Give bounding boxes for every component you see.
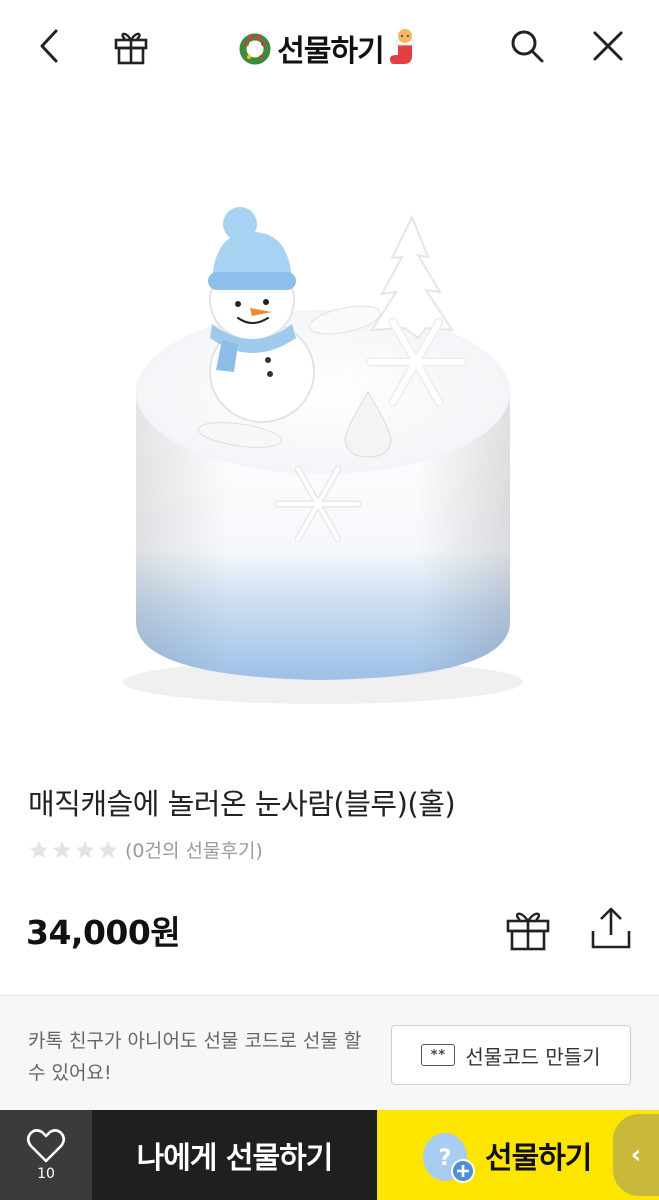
star-icon	[52, 840, 72, 858]
wish-button[interactable]: 10	[0, 1110, 92, 1200]
search-button[interactable]	[505, 24, 549, 68]
product-image	[0, 92, 659, 762]
wish-count: 10	[37, 1166, 55, 1182]
gift-button-label: 선물하기	[485, 1141, 592, 1176]
chevron-left-icon: ‹	[630, 1140, 642, 1170]
product-name: 매직캐슬에 놀러온 눈사람(블루)(홀)	[28, 787, 456, 821]
star-rating	[28, 839, 119, 861]
gift-to-self-button[interactable]: 나에게 선물하기	[92, 1110, 377, 1200]
heart-icon	[26, 1129, 66, 1163]
share-icon	[591, 907, 631, 949]
side-drawer-tab[interactable]: ‹	[613, 1114, 659, 1196]
gift-icon	[506, 912, 550, 951]
page-title-text: 선물하기	[277, 34, 384, 69]
wish-gift-button[interactable]	[504, 905, 552, 953]
page-title: 선물하기	[0, 26, 659, 70]
gift-to-self-label: 나에게 선물하기	[136, 1141, 334, 1176]
wreath-icon	[239, 33, 271, 65]
rating-row[interactable]: (0건의 선물후기)	[28, 836, 263, 863]
search-icon	[511, 30, 544, 63]
gift-mascot-icon: ?	[423, 1133, 475, 1183]
product-price: 34,000원	[26, 913, 181, 952]
star-icon	[98, 840, 118, 858]
review-count: (0건의 선물후기)	[125, 840, 263, 862]
close-icon	[593, 31, 623, 61]
bottom-action-bar: 10 나에게 선물하기 ? 선물하기 ‹	[0, 1110, 659, 1200]
mascot-stocking-icon	[389, 29, 415, 64]
app-header: 선물하기	[0, 0, 659, 92]
star-icon	[29, 840, 49, 858]
star-icon	[75, 840, 95, 858]
gift-button[interactable]: ? 선물하기 ‹	[377, 1110, 659, 1200]
close-button[interactable]	[586, 24, 630, 68]
create-gift-code-button[interactable]: ** 선물코드 만들기	[391, 1025, 631, 1085]
create-gift-code-label: 선물코드 만들기	[465, 1044, 601, 1069]
gift-code-description: 카톡 친구가 아니어도 선물 코드로 선물 할 수 있어요!	[28, 1030, 362, 1084]
share-button[interactable]	[588, 905, 634, 953]
cake-illustration	[123, 207, 523, 704]
svg-text:?: ?	[439, 1146, 452, 1171]
code-icon: **	[421, 1044, 456, 1066]
